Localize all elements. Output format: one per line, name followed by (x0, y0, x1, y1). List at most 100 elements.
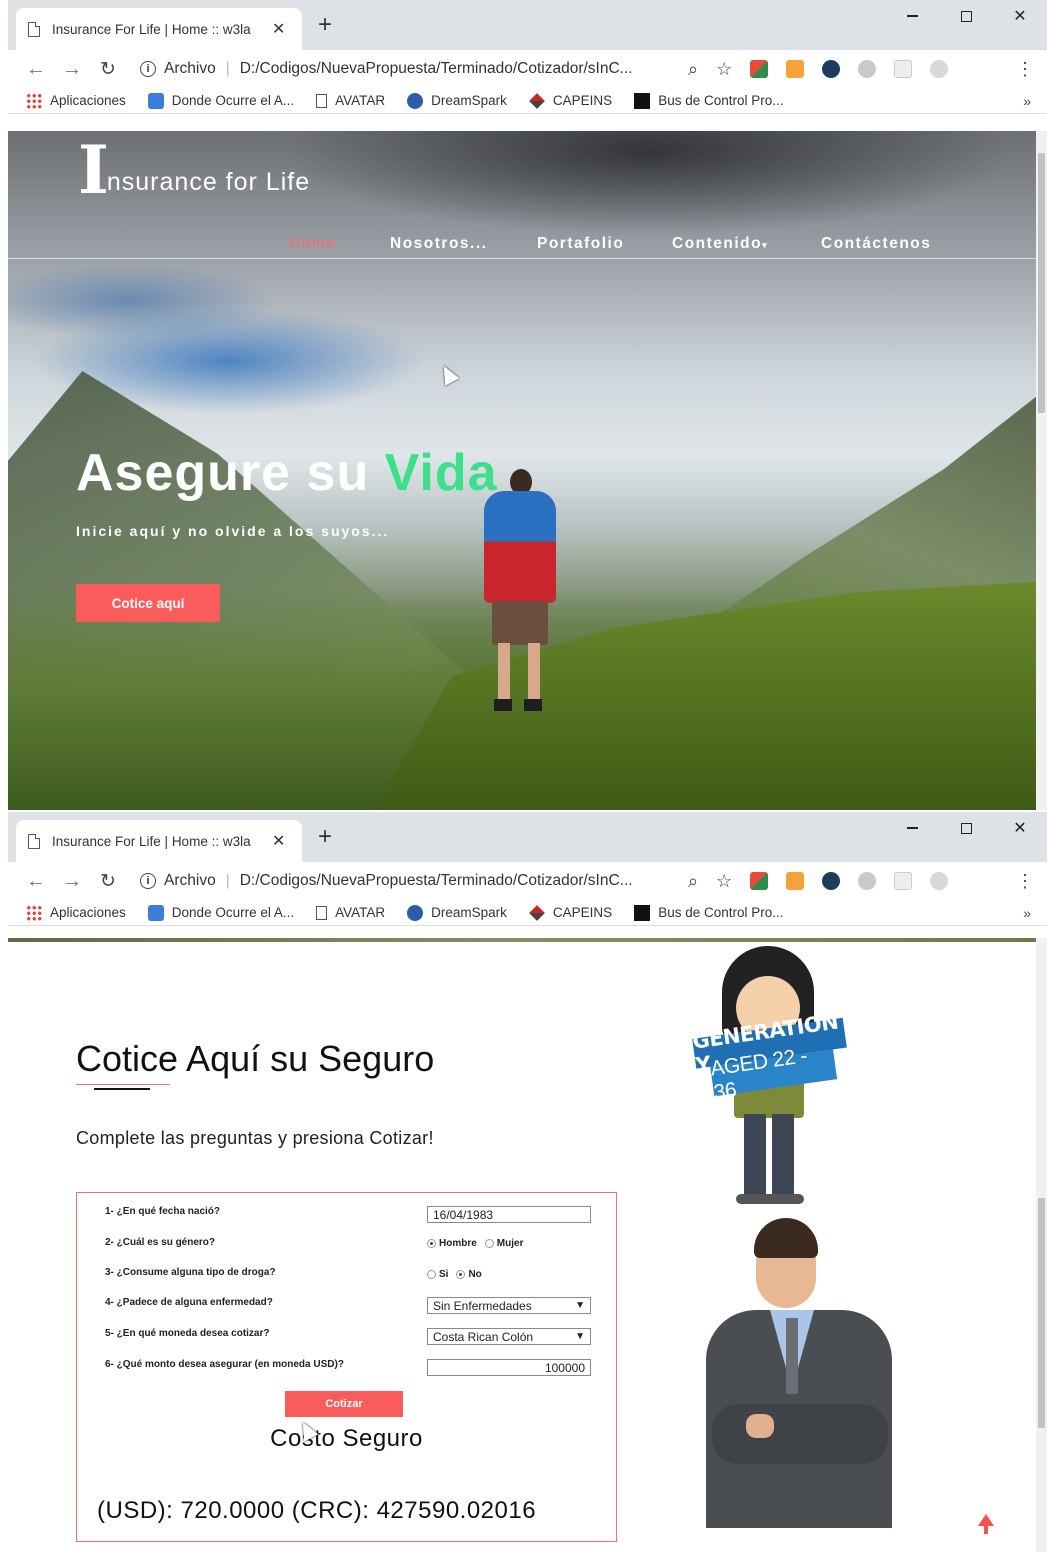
browser-tab[interactable]: Insurance For Life | Home :: w3la ✕ (16, 820, 302, 862)
bookmark-item[interactable]: CAPEINS (528, 904, 612, 921)
title-underline-accent (94, 1088, 150, 1090)
radio-mujer[interactable] (484, 1239, 494, 1248)
bookmark-apps[interactable]: Aplicaciones (26, 904, 126, 921)
bookmarks-overflow-button[interactable]: » (1023, 905, 1031, 921)
nav-portafolio[interactable]: Portafolio (537, 235, 624, 253)
bookmark-label: Donde Ocurre el A... (171, 93, 295, 108)
zoom-icon[interactable]: ⌕ (688, 59, 698, 80)
zoom-icon[interactable]: ⌕ (688, 871, 698, 892)
illness-select-value: Sin Enfermedades (433, 1298, 532, 1313)
radio-no-label: No (468, 1269, 482, 1280)
extension-icon[interactable] (894, 872, 913, 890)
new-tab-button[interactable]: + (318, 825, 332, 849)
scroll-to-top-stem[interactable] (984, 1526, 988, 1534)
close-window-button[interactable]: ✕ (993, 812, 1047, 844)
currency-select[interactable]: Costa Rican Colón ▼ (427, 1328, 591, 1345)
illness-select[interactable]: Sin Enfermedades ▼ (427, 1297, 591, 1314)
back-icon[interactable]: ← (18, 870, 54, 893)
site-icon (407, 904, 424, 921)
extension-icon[interactable] (894, 60, 913, 78)
radio-hombre[interactable] (427, 1239, 436, 1248)
new-tab-button[interactable]: + (318, 13, 332, 37)
cotizar-button[interactable]: Cotizar (285, 1391, 403, 1417)
close-tab-icon[interactable]: ✕ (272, 831, 285, 851)
site-icon (528, 904, 545, 921)
quote-cta-button[interactable]: Cotice aquí (76, 584, 220, 622)
site-icon (147, 904, 164, 921)
site-logo[interactable]: I nsurance for Life (78, 131, 310, 209)
businessman-photo (698, 1214, 898, 1528)
amount-input[interactable]: 100000 (427, 1359, 591, 1376)
profile-icon[interactable] (930, 872, 949, 890)
bookmark-star-icon[interactable]: ☆ (716, 871, 732, 892)
maximize-button[interactable] (939, 812, 993, 844)
extension-icon[interactable] (822, 60, 841, 78)
bookmark-label: AVATAR (335, 93, 386, 108)
maximize-button[interactable] (939, 0, 993, 32)
extension-icon[interactable] (822, 872, 841, 890)
info-icon[interactable]: i (140, 61, 156, 77)
site-icon (528, 92, 545, 109)
bookmark-star-icon[interactable]: ☆ (716, 59, 732, 80)
radio-no[interactable] (456, 1270, 466, 1279)
nav-contactenos[interactable]: Contáctenos (821, 235, 931, 253)
bookmark-item[interactable]: Bus de Control Pro... (634, 92, 784, 109)
radio-si[interactable] (427, 1270, 436, 1279)
menu-icon[interactable]: ⋮ (1016, 871, 1034, 892)
scroll-to-top-icon[interactable] (978, 1514, 994, 1526)
extension-icon[interactable] (858, 872, 877, 890)
nav-contenido-label: Contenido (672, 235, 763, 252)
forward-icon[interactable]: → (54, 58, 90, 81)
extension-icon[interactable] (786, 60, 805, 78)
profile-icon[interactable] (930, 60, 949, 78)
forward-icon[interactable]: → (54, 870, 90, 893)
bookmark-item[interactable]: CAPEINS (528, 92, 612, 109)
browser-tab[interactable]: Insurance For Life | Home :: w3la ✕ (16, 8, 302, 50)
address-bar[interactable]: i Archivo | D:/Codigos/NuevaPropuesta/Te… (132, 54, 742, 84)
bookmark-item[interactable]: Donde Ocurre el A... (147, 92, 295, 109)
browser-toolbar: ← → ↻ i Archivo | D:/Codigos/NuevaPropue… (8, 862, 1047, 900)
bookmark-item[interactable]: AVATAR (316, 905, 385, 920)
info-icon[interactable]: i (140, 873, 156, 889)
question-illness: 4- ¿Padece de alguna enfermedad? (105, 1297, 273, 1308)
scrollbar-thumb[interactable] (1038, 153, 1045, 413)
section-top-edge (8, 938, 1036, 942)
page-scrollbar[interactable] (1036, 131, 1047, 810)
back-icon[interactable]: ← (18, 58, 54, 81)
hero-title-main: Asegure su (76, 444, 385, 502)
extension-icon[interactable] (786, 872, 805, 890)
bookmark-item[interactable]: AVATAR (316, 93, 385, 108)
address-bar[interactable]: i Archivo | D:/Codigos/NuevaPropuesta/Te… (132, 866, 742, 896)
amount-input-value: 100000 (544, 1360, 585, 1375)
extension-icon[interactable] (750, 872, 769, 890)
birth-date-input[interactable]: 16/04/1983 (427, 1206, 591, 1223)
address-url: D:/Codigos/NuevaPropuesta/Terminado/Coti… (239, 872, 633, 889)
reload-icon[interactable]: ↻ (90, 58, 126, 81)
scrollbar-thumb[interactable] (1038, 1198, 1045, 1428)
close-window-button[interactable]: ✕ (993, 0, 1047, 32)
reload-icon[interactable]: ↻ (90, 870, 126, 893)
menu-icon[interactable]: ⋮ (1016, 59, 1034, 80)
nav-home[interactable]: Home (289, 235, 336, 253)
bookmark-apps[interactable]: Aplicaciones (26, 92, 126, 109)
hero-title-accent: Vida (384, 444, 498, 502)
question-birth-date: 1- ¿En qué fecha nació? (105, 1206, 221, 1217)
extension-icon[interactable] (858, 60, 877, 78)
nav-nosotros[interactable]: Nosotros... (390, 235, 487, 253)
bookmark-item[interactable]: Donde Ocurre el A... (147, 904, 294, 921)
logo-letter: I (78, 131, 109, 209)
bookmark-item[interactable]: Bus de Control Pro... (634, 904, 784, 921)
page-scrollbar[interactable] (1036, 938, 1047, 1552)
bookmark-item[interactable]: DreamSpark (407, 904, 507, 921)
site-icon (634, 904, 651, 921)
extension-icon[interactable] (750, 60, 769, 78)
bookmarks-overflow-button[interactable]: » (1023, 93, 1031, 109)
bookmark-item[interactable]: DreamSpark (407, 92, 507, 109)
minimize-button[interactable] (885, 0, 939, 32)
bookmarks-bar: Aplicaciones Donde Ocurre el A... AVATAR… (8, 900, 1047, 926)
caret-down-icon: ▾ (762, 240, 769, 250)
nav-contenido[interactable]: Contenido▾ (672, 235, 768, 253)
close-tab-icon[interactable]: ✕ (272, 19, 285, 39)
bookmarks-bar: Aplicaciones Donde Ocurre el A... AVATAR… (8, 88, 1047, 114)
minimize-button[interactable] (885, 812, 939, 844)
